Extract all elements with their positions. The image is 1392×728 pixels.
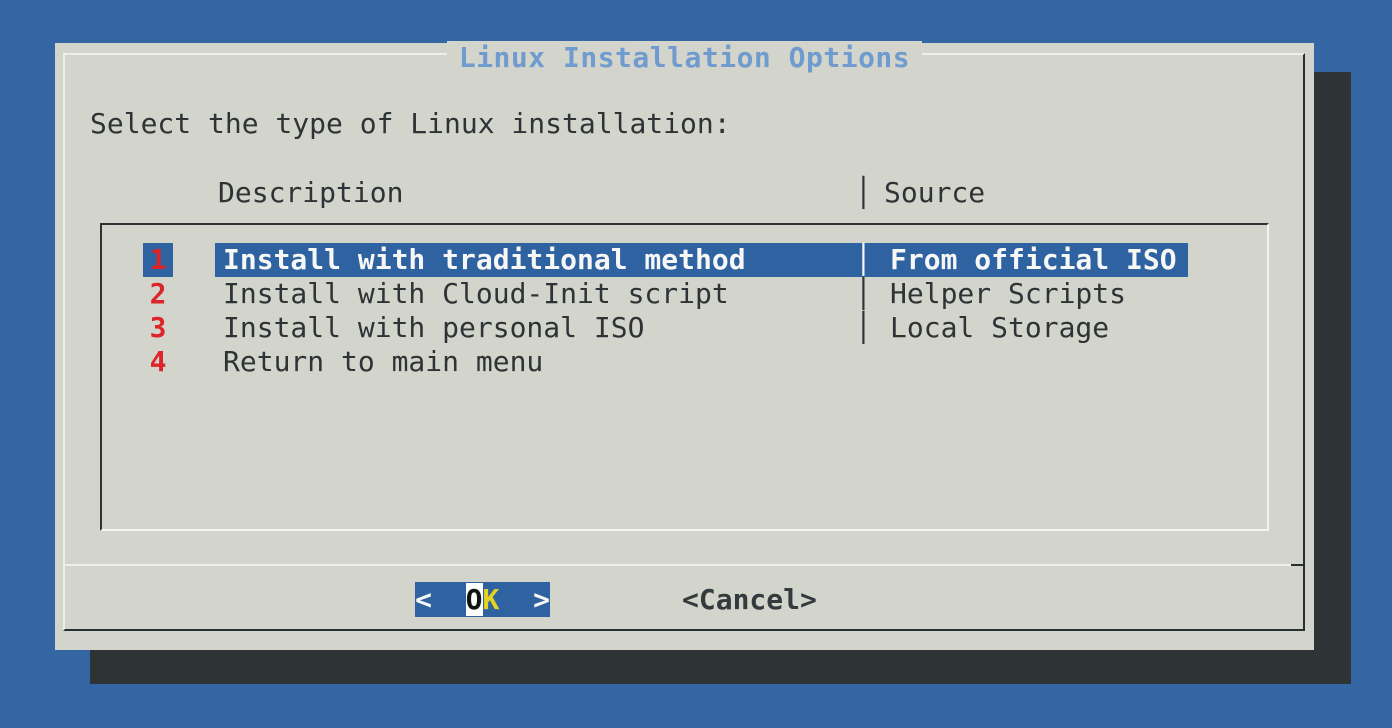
menu-item-description: Return to main menu — [223, 345, 543, 379]
menu-item-number: 2 — [143, 277, 173, 311]
ok-button-hotkey-char: K — [483, 583, 500, 616]
menu-item-description: Install with traditional method — [223, 243, 746, 277]
menu-item-number: 4 — [143, 345, 173, 379]
button-separator-line — [63, 564, 1305, 566]
menu-item-return-main-menu[interactable]: 4 Return to main menu — [102, 345, 1267, 379]
menu-item-description: Install with Cloud-Init script — [223, 277, 729, 311]
dialog-title: Linux Installation Options — [55, 44, 1314, 72]
menu-item-divider: │ — [855, 311, 872, 345]
menu-item-traditional[interactable]: 1 Install with traditional method │ From… — [102, 243, 1267, 277]
column-divider: │ — [855, 178, 872, 208]
cancel-button[interactable]: <Cancel> — [682, 582, 817, 617]
dialog-title-text: Linux Installation Options — [447, 41, 922, 74]
prompt-text: Select the type of Linux installation: — [90, 109, 731, 139]
menu-item-source: Local Storage — [890, 311, 1109, 345]
menu-item-cloud-init[interactable]: 2 Install with Cloud-Init script │ Helpe… — [102, 277, 1267, 311]
ok-button-cursor-char: O — [466, 583, 483, 616]
terminal-screen: Linux Installation Options Select the ty… — [0, 0, 1392, 728]
menu-item-number: 3 — [143, 311, 173, 345]
menu-listbox: 1 Install with traditional method │ From… — [100, 223, 1269, 531]
menu-item-personal-iso[interactable]: 3 Install with personal ISO │ Local Stor… — [102, 311, 1267, 345]
column-header-description: Description — [218, 178, 403, 208]
menu-item-divider: │ — [855, 277, 872, 311]
menu-item-description: Install with personal ISO — [223, 311, 644, 345]
separator-end-cap — [1291, 564, 1305, 566]
column-header-source: Source — [884, 178, 985, 208]
installation-options-dialog: Linux Installation Options Select the ty… — [55, 43, 1314, 650]
menu-item-source: Helper Scripts — [890, 277, 1126, 311]
menu-item-source: From official ISO — [890, 243, 1177, 277]
ok-button-close: > — [499, 583, 550, 616]
ok-button-open: < — [415, 583, 466, 616]
menu-item-divider: │ — [855, 243, 872, 277]
ok-button[interactable]: < OK > — [415, 582, 550, 617]
menu-item-number: 1 — [143, 243, 173, 277]
